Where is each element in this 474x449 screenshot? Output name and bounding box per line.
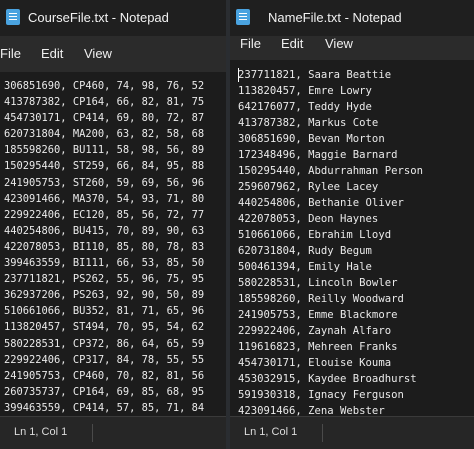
text-line: 241905753, ST260, 59, 69, 56, 96: [4, 176, 205, 189]
text-line: 510661066, Ebrahim Lloyd: [238, 228, 392, 241]
status-bar: Ln 1, Col 1: [230, 416, 474, 449]
menu-view[interactable]: View: [325, 36, 353, 51]
cursor-position: Ln 1, Col 1: [14, 426, 68, 438]
status-bar: Ln 1, Col 1: [0, 416, 226, 449]
text-line: 620731804, MA200, 63, 82, 58, 68: [4, 128, 205, 141]
text-line: 591930318, Ignacy Ferguson: [238, 388, 404, 401]
text-line: 119616823, Mehreen Franks: [238, 340, 398, 353]
text-line: 237711821, PS262, 55, 96, 75, 95: [4, 273, 205, 286]
menu-edit[interactable]: Edit: [281, 36, 303, 51]
text-editor[interactable]: 237711821, Saara Beattie 113820457, Emre …: [230, 60, 474, 417]
menu-file[interactable]: File: [240, 36, 261, 51]
window-title: CourseFile.txt - Notepad: [28, 10, 169, 25]
text-line: 241905753, CP460, 70, 82, 81, 56: [4, 369, 205, 382]
text-line: 423091466, Zena Webster: [238, 404, 385, 417]
menu-edit[interactable]: Edit: [41, 46, 63, 61]
name-file-window: NameFile.txt - Notepad File Edit View 23…: [230, 0, 474, 449]
text-line: 510661066, BU352, 81, 71, 65, 96: [4, 305, 205, 318]
status-divider: [322, 424, 323, 442]
status-divider: [92, 424, 93, 442]
title-bar[interactable]: CourseFile.txt - Notepad: [0, 0, 226, 36]
text-line: 229922406, Zaynah Alfaro: [238, 324, 392, 337]
text-line: 454730171, CP414, 69, 80, 72, 87: [4, 112, 205, 125]
text-line: 413787382, Markus Cote: [238, 116, 379, 129]
title-bar[interactable]: NameFile.txt - Notepad: [230, 0, 474, 36]
text-line: 399463559, CP414, 57, 85, 71, 84: [4, 401, 205, 414]
text-line: 500461394, Emily Hale: [238, 260, 372, 273]
text-line: 454730171, Elouise Kouma: [238, 356, 392, 369]
text-line: 241905753, Emme Blackmore: [238, 308, 398, 321]
text-line: 423091466, MA370, 54, 93, 71, 80: [4, 192, 205, 205]
text-line: 113820457, Emre Lowry: [238, 84, 372, 97]
text-line: 422078053, BI110, 85, 80, 78, 83: [4, 240, 205, 253]
text-line: 185598260, Reilly Woodward: [238, 292, 404, 305]
text-line: 362937206, PS263, 92, 90, 50, 89: [4, 289, 205, 302]
text-line: 229922406, CP317, 84, 78, 55, 55: [4, 353, 205, 366]
text-line: 580228531, Lincoln Bowler: [238, 276, 398, 289]
menu-bar: File Edit View: [0, 36, 226, 72]
text-line: 399463559, BI111, 66, 53, 85, 50: [4, 257, 205, 270]
menu-bar: File Edit View: [230, 36, 474, 60]
text-line: 259607962, Rylee Lacey: [238, 180, 379, 193]
text-line: 580228531, CP372, 86, 64, 65, 59: [4, 337, 205, 350]
text-line: 306851690, CP460, 74, 98, 76, 52: [4, 80, 205, 92]
menu-view[interactable]: View: [84, 46, 112, 61]
editor-lines: 237711821, Saara Beattie 113820457, Emre …: [238, 68, 423, 417]
editor-lines: 306851690, CP460, 74, 98, 76, 52 41378738…: [4, 78, 204, 417]
text-line: 229922406, EC120, 85, 56, 72, 77: [4, 208, 205, 221]
text-line: 113820457, ST494, 70, 95, 54, 62: [4, 321, 205, 334]
text-line: 440254806, BU415, 70, 89, 90, 63: [4, 224, 205, 237]
text-line: 150295440, Abdurrahman Person: [238, 164, 423, 177]
text-line: 422078053, Deon Haynes: [238, 212, 379, 225]
window-title: NameFile.txt - Notepad: [268, 10, 402, 25]
text-line: 260735737, CP164, 69, 85, 68, 95: [4, 385, 205, 398]
menu-file[interactable]: File: [0, 46, 21, 61]
text-editor[interactable]: 306851690, CP460, 74, 98, 76, 52 41378738…: [0, 72, 226, 417]
text-line: 413787382, CP164, 66, 82, 81, 75: [4, 96, 205, 109]
notepad-icon: [6, 9, 20, 25]
text-line: 150295440, ST259, 66, 84, 95, 88: [4, 160, 205, 173]
text-line: 453032915, Kaydee Broadhurst: [238, 372, 417, 385]
text-line: 440254806, Bethanie Oliver: [238, 196, 404, 209]
text-line: 306851690, Bevan Morton: [238, 132, 385, 145]
course-file-window: CourseFile.txt - Notepad File Edit View …: [0, 0, 226, 449]
text-line: 172348496, Maggie Barnard: [238, 148, 398, 161]
text-line: 185598260, BU111, 58, 98, 56, 89: [4, 144, 205, 157]
cursor-position: Ln 1, Col 1: [244, 426, 298, 438]
notepad-icon: [236, 9, 250, 25]
text-line: 237711821, Saara Beattie: [238, 69, 392, 81]
text-line: 642176077, Teddy Hyde: [238, 100, 372, 113]
text-line: 620731804, Rudy Begum: [238, 244, 372, 257]
